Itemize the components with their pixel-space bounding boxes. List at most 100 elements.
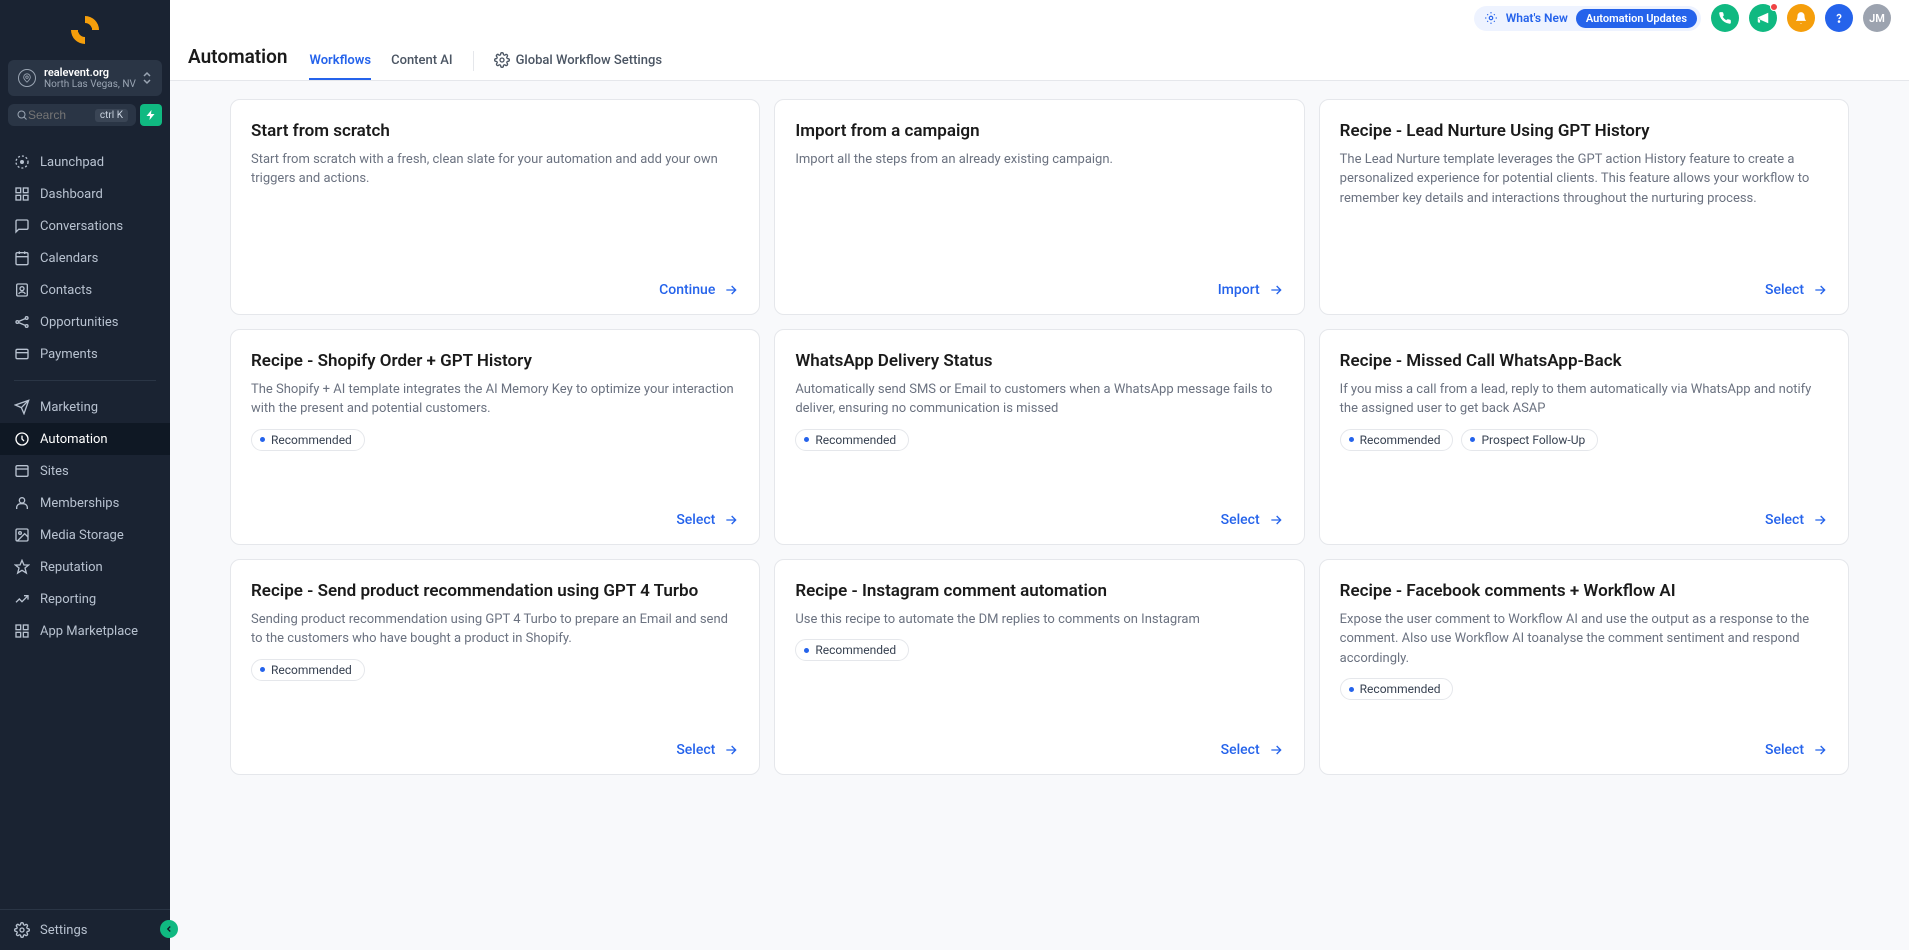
card-action-label: Select <box>1765 282 1804 298</box>
tag-dot-icon <box>1470 437 1475 442</box>
card-description: If you miss a call from a lead, reply to… <box>1340 380 1828 419</box>
logo <box>0 0 170 56</box>
sidebar-item-marketing[interactable]: Marketing <box>0 391 170 423</box>
page-title: Automation <box>188 45 287 78</box>
sidebar-item-memberships[interactable]: Memberships <box>0 487 170 519</box>
sidebar-item-reputation[interactable]: Reputation <box>0 551 170 583</box>
nav-item-label: Payments <box>40 347 98 362</box>
card-title: Recipe - Lead Nurture Using GPT History <box>1340 120 1828 144</box>
page-header: Automation Workflows Content AI Global W… <box>170 36 1909 81</box>
card-action-button[interactable]: Select <box>1221 742 1284 758</box>
card-action-button[interactable]: Select <box>1221 512 1284 528</box>
gear-icon <box>14 922 30 938</box>
card-action-button[interactable]: Select <box>1765 512 1828 528</box>
card-tags: Recommended <box>795 429 1283 451</box>
card-action-button[interactable]: Select <box>1765 282 1828 298</box>
sidebar-item-launchpad[interactable]: Launchpad <box>0 146 170 178</box>
megaphone-icon <box>1756 11 1770 25</box>
card-action-button[interactable]: Import <box>1218 282 1284 298</box>
search-input[interactable] <box>28 108 95 122</box>
card-title: Recipe - Missed Call WhatsApp-Back <box>1340 350 1828 374</box>
star-icon <box>14 559 30 575</box>
card-action-label: Select <box>676 742 715 758</box>
tab-workflows[interactable]: Workflows <box>309 43 371 80</box>
nav-item-label: Calendars <box>40 251 98 266</box>
card-tag: Recommended <box>1340 429 1454 451</box>
sidebar-item-conversations[interactable]: Conversations <box>0 210 170 242</box>
account-name: realevent.org <box>44 66 142 79</box>
tab-content-ai[interactable]: Content AI <box>391 43 453 80</box>
help-button[interactable] <box>1825 4 1853 32</box>
nav-item-label: Marketing <box>40 400 98 415</box>
card-title: WhatsApp Delivery Status <box>795 350 1283 374</box>
arrow-right-icon <box>1268 282 1284 298</box>
account-switcher[interactable]: realevent.org North Las Vegas, NV <box>8 60 162 96</box>
search-input-wrapper[interactable]: ctrl K <box>8 104 136 126</box>
user-avatar[interactable]: JM <box>1863 4 1891 32</box>
sidebar-item-app-marketplace[interactable]: App Marketplace <box>0 615 170 647</box>
sidebar-item-settings[interactable]: Settings <box>0 909 170 950</box>
recipe-card: Recipe - Missed Call WhatsApp-Back If you… <box>1319 329 1849 545</box>
card-description: The Lead Nurture template leverages the … <box>1340 150 1828 209</box>
card-action-button[interactable]: Select <box>1765 742 1828 758</box>
call-button[interactable] <box>1711 4 1739 32</box>
arrow-right-icon <box>1812 742 1828 758</box>
gear-icon <box>494 52 510 68</box>
card-description: Start from scratch with a fresh, clean s… <box>251 150 739 189</box>
recipe-grid: Start from scratchStart from scratch wit… <box>230 99 1849 775</box>
content-scroll[interactable]: Start from scratchStart from scratch wit… <box>170 81 1909 950</box>
recipe-card: Recipe - Shopify Order + GPT HistoryThe … <box>230 329 760 545</box>
location-icon <box>18 69 36 87</box>
nav-item-label: Reporting <box>40 592 96 607</box>
marketing-icon <box>14 399 30 415</box>
whats-new-label: What's New <box>1506 11 1568 25</box>
page-tabs: Workflows Content AI Global Workflow Set… <box>309 42 662 80</box>
nav-divider <box>14 380 156 381</box>
tab-global-settings[interactable]: Global Workflow Settings <box>494 42 662 80</box>
memberships-icon <box>14 495 30 511</box>
card-tags: Recommended <box>251 429 739 451</box>
sidebar-item-automation[interactable]: Automation <box>0 423 170 455</box>
card-description: Use this recipe to automate the DM repli… <box>795 610 1283 630</box>
nav-list: Launchpad Dashboard Conversations Calendars… <box>0 146 170 909</box>
search-icon <box>16 109 28 121</box>
sidebar-item-sites[interactable]: Sites <box>0 455 170 487</box>
nav-item-label: App Marketplace <box>40 624 138 639</box>
quick-add-button[interactable] <box>140 104 162 126</box>
sidebar-item-opportunities[interactable]: Opportunities <box>0 306 170 338</box>
sidebar-item-contacts[interactable]: Contacts <box>0 274 170 306</box>
sidebar-item-dashboard[interactable]: Dashboard <box>0 178 170 210</box>
card-tags: RecommendedProspect Follow-Up <box>1340 429 1828 451</box>
card-description: Import all the steps from an already exi… <box>795 150 1283 170</box>
arrow-right-icon <box>1812 282 1828 298</box>
card-tag: Recommended <box>251 659 365 681</box>
arrow-right-icon <box>723 512 739 528</box>
card-description: Expose the user comment to Workflow AI a… <box>1340 610 1828 669</box>
nav-item-label: Dashboard <box>40 187 103 202</box>
announcement-button[interactable] <box>1749 4 1777 32</box>
card-action-button[interactable]: Continue <box>659 282 739 298</box>
sidebar-item-payments[interactable]: Payments <box>0 338 170 370</box>
tag-dot-icon <box>804 437 809 442</box>
card-action-button[interactable]: Select <box>676 742 739 758</box>
nav-item-label: Contacts <box>40 283 92 298</box>
nav-item-label: Sites <box>40 464 69 479</box>
tag-dot-icon <box>1349 687 1354 692</box>
brand-logo-icon <box>69 14 101 46</box>
tag-dot-icon <box>1349 437 1354 442</box>
card-action-button[interactable]: Select <box>676 512 739 528</box>
opportunities-icon <box>14 314 30 330</box>
sidebar-item-reporting[interactable]: Reporting <box>0 583 170 615</box>
sidebar-item-media-storage[interactable]: Media Storage <box>0 519 170 551</box>
bell-icon <box>1794 11 1808 25</box>
card-description: Sending product recommendation using GPT… <box>251 610 739 649</box>
nav-item-label: Media Storage <box>40 528 124 543</box>
card-title: Recipe - Shopify Order + GPT History <box>251 350 739 374</box>
whats-new-button[interactable]: What's New Automation Updates <box>1474 6 1701 31</box>
notifications-button[interactable] <box>1787 4 1815 32</box>
sidebar-item-calendars[interactable]: Calendars <box>0 242 170 274</box>
collapse-sidebar-button[interactable] <box>160 920 178 938</box>
recipe-card: Import from a campaignImport all the ste… <box>774 99 1304 315</box>
nav-item-label: Conversations <box>40 219 123 234</box>
chevron-updown-icon <box>142 71 152 85</box>
